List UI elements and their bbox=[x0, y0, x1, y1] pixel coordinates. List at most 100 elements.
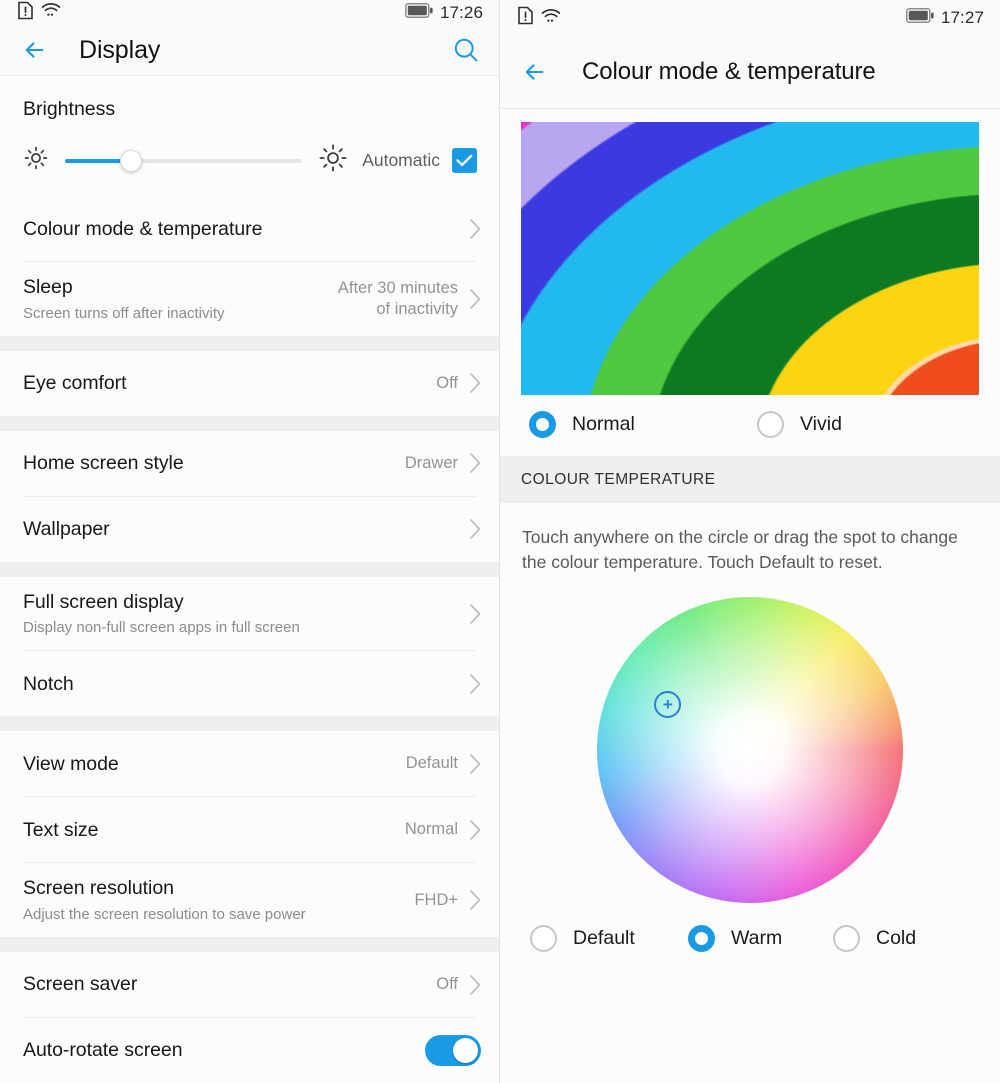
colour-wheel-container: + bbox=[500, 574, 1000, 903]
radio-label: Normal bbox=[572, 413, 635, 435]
chevron-right-icon bbox=[470, 453, 481, 474]
radio-indicator[interactable] bbox=[529, 411, 556, 438]
colour-temperature-options: Default Warm Cold bbox=[500, 902, 1000, 952]
settings-group: View mode Default Text size Normal Screen re… bbox=[0, 731, 499, 937]
list-item-value: After 30 minutes of inactivity bbox=[337, 278, 458, 319]
sim-alert-icon bbox=[18, 1, 33, 25]
list-item-title: View mode bbox=[23, 752, 119, 775]
auto-rotate-toggle[interactable] bbox=[425, 1035, 481, 1066]
radio-indicator[interactable] bbox=[757, 411, 784, 438]
page-title: Colour mode & temperature bbox=[582, 58, 876, 85]
slider-thumb[interactable] bbox=[120, 149, 143, 172]
colour-wheel-spot[interactable]: + bbox=[654, 690, 682, 718]
automatic-checkbox[interactable] bbox=[452, 148, 477, 174]
list-item-value: Normal bbox=[404, 820, 458, 839]
wifi-icon bbox=[541, 8, 561, 29]
radio-indicator[interactable] bbox=[833, 924, 860, 952]
radio-indicator[interactable] bbox=[530, 924, 557, 952]
chevron-right-icon bbox=[470, 519, 481, 540]
radio-option-default[interactable]: Default bbox=[530, 924, 688, 952]
list-item-title: Auto-rotate screen bbox=[23, 1039, 183, 1062]
back-arrow-icon[interactable] bbox=[22, 35, 52, 65]
list-item-title: Wallpaper bbox=[23, 518, 110, 541]
action-bar-left: Display bbox=[0, 25, 499, 77]
settings-group: Full screen display Display non-full scre… bbox=[0, 576, 499, 717]
rainbow-gradient-preview bbox=[521, 122, 979, 395]
radio-indicator[interactable] bbox=[688, 924, 715, 952]
colour-wheel[interactable]: + bbox=[597, 596, 903, 903]
action-bar-right: Colour mode & temperature bbox=[500, 36, 1000, 109]
wifi-icon bbox=[41, 2, 61, 23]
chevron-right-icon bbox=[470, 820, 481, 840]
colour-mode-options: Normal Vivid bbox=[500, 395, 1000, 456]
list-item-subtitle: Screen turns off after inactivity bbox=[23, 304, 225, 322]
search-icon[interactable] bbox=[451, 35, 481, 65]
list-item-title: Text size bbox=[23, 818, 99, 841]
list-item-value: FHD+ bbox=[414, 890, 458, 909]
list-item[interactable]: Wallpaper bbox=[0, 496, 499, 562]
radio-option-cold[interactable]: Cold bbox=[833, 924, 973, 952]
settings-group: Colour mode & temperature Sleep Screen tur… bbox=[0, 196, 499, 336]
settings-group: Home screen style Drawer Wallpaper bbox=[0, 430, 499, 562]
radio-label: Vivid bbox=[800, 413, 842, 435]
list-item[interactable]: View mode Default bbox=[0, 731, 499, 797]
list-item[interactable]: Eye comfort Off bbox=[0, 350, 499, 416]
status-bar-right: 17:27 bbox=[500, 0, 1000, 36]
list-item-value: Off bbox=[436, 974, 458, 993]
list-item[interactable]: Auto-rotate screen bbox=[0, 1018, 499, 1083]
list-item-value: Drawer bbox=[404, 453, 458, 472]
check-icon bbox=[456, 154, 473, 167]
section-header-colour-temperature: COLOUR TEMPERATURE bbox=[500, 456, 1000, 503]
list-item-value: Default bbox=[405, 754, 458, 773]
plus-icon: + bbox=[662, 694, 673, 714]
brightness-block: Brightness Automatic bbox=[0, 76, 499, 197]
battery-icon bbox=[405, 2, 433, 23]
list-item-value: Off bbox=[436, 373, 458, 392]
radio-label: Cold bbox=[876, 926, 917, 949]
preview-container bbox=[500, 109, 1000, 395]
sim-alert-icon bbox=[518, 6, 533, 30]
back-arrow-icon[interactable] bbox=[522, 57, 552, 87]
list-item-title: Screen saver bbox=[23, 973, 138, 996]
brightness-high-icon bbox=[318, 143, 348, 178]
toggle-knob bbox=[453, 1038, 478, 1063]
battery-icon bbox=[906, 8, 934, 28]
chevron-right-icon bbox=[470, 289, 481, 309]
list-item-subtitle: Display non-full screen apps in full scr… bbox=[23, 619, 300, 637]
settings-group: Eye comfort Off bbox=[0, 350, 499, 416]
list-item-title: Screen resolution bbox=[23, 877, 174, 900]
list-item[interactable]: Sleep Screen turns off after inactivity Af… bbox=[0, 262, 499, 336]
radio-option-vivid[interactable]: Vivid bbox=[757, 411, 957, 438]
status-time: 17:26 bbox=[439, 2, 483, 22]
chevron-right-icon bbox=[470, 754, 481, 774]
list-item[interactable]: Screen resolution Adjust the screen resol… bbox=[0, 863, 499, 937]
list-item-title: Sleep bbox=[23, 276, 73, 299]
settings-group: Screen saver Off Auto-rotate screen bbox=[0, 952, 499, 1083]
brightness-slider[interactable] bbox=[65, 149, 303, 172]
list-item[interactable]: Home screen style Drawer bbox=[0, 430, 499, 496]
status-time: 17:27 bbox=[940, 8, 984, 27]
list-item[interactable]: Full screen display Display non-full scre… bbox=[0, 576, 499, 651]
section-gap bbox=[0, 716, 499, 732]
chevron-right-icon bbox=[470, 674, 481, 694]
radio-label: Default bbox=[573, 926, 635, 949]
display-settings-screen: 17:26 Display Brightness Automatic Colou… bbox=[0, 0, 500, 1083]
radio-option-normal[interactable]: Normal bbox=[529, 411, 757, 438]
automatic-label: Automatic bbox=[362, 150, 440, 171]
section-gap bbox=[0, 335, 499, 351]
chevron-right-icon bbox=[470, 218, 481, 239]
colour-mode-temperature-screen: 17:27 Colour mode & temperature Normal Vi… bbox=[500, 0, 1000, 1083]
section-gap bbox=[0, 415, 499, 431]
list-item[interactable]: Notch bbox=[0, 651, 499, 717]
list-item-title: Home screen style bbox=[23, 452, 184, 475]
list-item[interactable]: Colour mode & temperature bbox=[0, 196, 499, 262]
page-title: Display bbox=[79, 35, 161, 64]
list-item-title: Full screen display bbox=[23, 590, 184, 613]
list-item-title: Notch bbox=[23, 672, 74, 695]
radio-option-warm[interactable]: Warm bbox=[688, 924, 833, 952]
chevron-right-icon bbox=[470, 603, 481, 624]
list-item[interactable]: Screen saver Off bbox=[0, 952, 499, 1017]
list-item[interactable]: Text size Normal bbox=[0, 797, 499, 863]
section-gap bbox=[0, 561, 499, 577]
section-gap bbox=[0, 937, 499, 952]
